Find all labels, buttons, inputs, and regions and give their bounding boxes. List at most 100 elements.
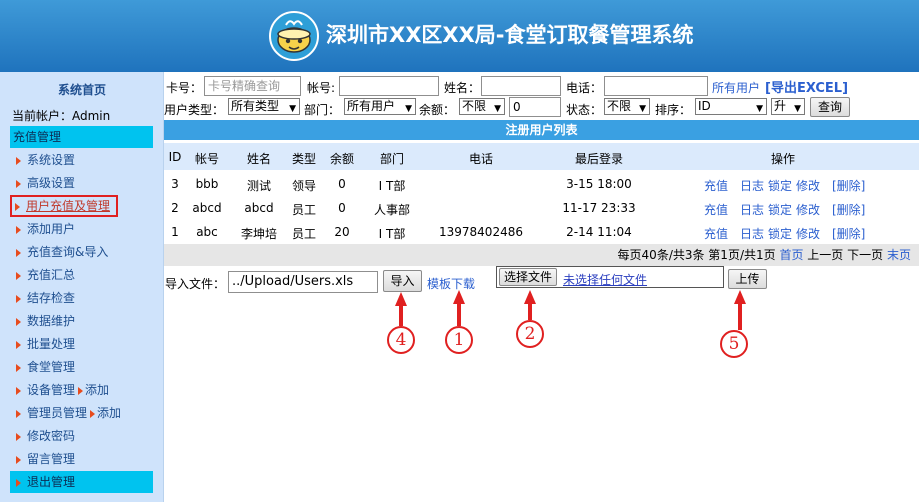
col-actions: 操作 bbox=[770, 152, 795, 166]
lock-link[interactable]: 锁定 bbox=[768, 177, 792, 194]
triangle-right-icon bbox=[16, 455, 21, 464]
order-select[interactable]: 升 ▼ bbox=[771, 98, 805, 115]
balance-op-select[interactable]: 不限 ▼ bbox=[459, 98, 505, 115]
filter-row-2: 用户类型： 所有类型 ▼ 部门： 所有用户 ▼ 余额： 不限 ▼ 0 状态： 不限 ▼ … bbox=[164, 97, 919, 121]
choose-file-button[interactable]: 选择文件 bbox=[499, 268, 557, 286]
account-label: 帐号: bbox=[307, 81, 336, 95]
delete-link[interactable]: [删除] bbox=[832, 177, 865, 194]
no-file-text: 未选择任何文件 bbox=[563, 273, 648, 287]
pager: 每页40条/共3条 第1页/共1页 首页 上一页 下一页 末页 bbox=[164, 244, 919, 266]
annotation-arrow-shaft bbox=[738, 302, 742, 330]
edit-link[interactable]: 修改 bbox=[796, 225, 820, 242]
annotation-arrow-shaft bbox=[528, 302, 532, 320]
sidebar-item-balance-check[interactable]: 结存检查 bbox=[10, 287, 153, 309]
lock-link[interactable]: 锁定 bbox=[768, 225, 792, 242]
triangle-right-icon bbox=[16, 432, 21, 441]
log-link[interactable]: 日志 bbox=[740, 177, 764, 194]
recharge-link[interactable]: 充值 bbox=[704, 225, 728, 242]
log-link[interactable]: 日志 bbox=[740, 201, 764, 218]
delete-link[interactable]: [删除] bbox=[832, 225, 865, 242]
triangle-right-icon bbox=[15, 202, 20, 211]
add-device-link[interactable]: 添加 bbox=[85, 383, 109, 397]
annotation-marker-1: 1 bbox=[445, 326, 473, 354]
sidebar-item-devices[interactable]: 设备管理 添加 bbox=[10, 379, 153, 401]
triangle-right-icon bbox=[90, 409, 96, 418]
delete-link[interactable]: [删除] bbox=[832, 201, 865, 218]
col-phone: 电话 bbox=[468, 152, 493, 166]
balance-input[interactable]: 0 bbox=[509, 97, 561, 117]
col-balance: 余额 bbox=[329, 152, 354, 166]
pager-next[interactable]: 下一页 bbox=[847, 248, 883, 262]
log-link[interactable]: 日志 bbox=[740, 225, 764, 242]
triangle-right-icon bbox=[16, 409, 21, 418]
sidebar-item-recharge-query[interactable]: 充值查询&导入 bbox=[10, 241, 153, 263]
name-label: 姓名： bbox=[444, 81, 481, 95]
edit-link[interactable]: 修改 bbox=[796, 177, 820, 194]
dept-select[interactable]: 所有用户 ▼ bbox=[344, 98, 416, 115]
col-dept: 部门 bbox=[379, 152, 404, 166]
account-input[interactable] bbox=[339, 76, 439, 96]
sidebar-item-admins[interactable]: 管理员管理 添加 bbox=[10, 402, 153, 424]
sidebar-item-system-settings[interactable]: 系统设置 bbox=[10, 149, 153, 171]
triangle-right-icon bbox=[16, 340, 21, 349]
sidebar-item-batch[interactable]: 批量处理 bbox=[10, 333, 153, 355]
edit-link[interactable]: 修改 bbox=[796, 201, 820, 218]
triangle-right-icon bbox=[78, 386, 84, 395]
import-path-input[interactable]: ../Upload/Users.xls bbox=[228, 271, 378, 293]
sidebar-item-canteen[interactable]: 食堂管理 bbox=[10, 356, 153, 378]
triangle-right-icon bbox=[16, 248, 21, 257]
sidebar-section-recharge[interactable]: 充值管理 bbox=[10, 126, 153, 148]
user-list-title: 注册用户列表 bbox=[164, 120, 919, 140]
sidebar-item-add-user[interactable]: 添加用户 bbox=[10, 218, 153, 240]
import-button[interactable]: 导入 bbox=[383, 270, 422, 292]
sidebar-item-change-password[interactable]: 修改密码 bbox=[10, 425, 153, 447]
filter-row-1: 卡号： 卡号精确查询 帐号: 姓名： 电话： 所有用户 [导出EXCEL] bbox=[164, 75, 919, 99]
triangle-right-icon bbox=[16, 386, 21, 395]
sort-label: 排序： bbox=[655, 103, 692, 117]
annotation-arrow-shaft bbox=[457, 302, 461, 326]
sidebar-item-data-maintenance[interactable]: 数据维护 bbox=[10, 310, 153, 332]
sidebar-item-user-recharge[interactable]: 用户充值及管理 bbox=[10, 195, 118, 217]
pager-last[interactable]: 末页 bbox=[887, 248, 911, 262]
card-label: 卡号： bbox=[166, 81, 203, 95]
col-account: 帐号 bbox=[194, 152, 219, 166]
export-excel-link[interactable]: [导出EXCEL] bbox=[765, 77, 848, 96]
annotation-arrow-shaft bbox=[399, 304, 403, 326]
app-header: 深圳市XX区XX局-食堂订取餐管理系统 bbox=[0, 0, 919, 72]
usertype-select[interactable]: 所有类型 ▼ bbox=[228, 98, 300, 115]
all-users-link[interactable]: 所有用户 bbox=[712, 79, 760, 96]
table-row: 2 abcd abcd 员工 0 人事部 11-17 23:33 充值 日志 锁… bbox=[164, 196, 919, 220]
col-id: ID bbox=[168, 150, 182, 164]
annotation-marker-4: 4 bbox=[387, 326, 415, 354]
col-name: 姓名 bbox=[246, 152, 271, 166]
col-type: 类型 bbox=[291, 152, 316, 166]
recharge-link[interactable]: 充值 bbox=[704, 201, 728, 218]
status-select[interactable]: 不限 ▼ bbox=[604, 98, 650, 115]
dropdown-arrow-icon: ▼ bbox=[289, 104, 296, 114]
sidebar-item-recharge-summary[interactable]: 充值汇总 bbox=[10, 264, 153, 286]
sidebar-item-logout[interactable]: 退出管理 bbox=[10, 471, 153, 493]
pager-first[interactable]: 首页 bbox=[779, 248, 803, 262]
annotation-marker-2: 2 bbox=[516, 320, 544, 348]
sidebar-home-link[interactable]: 系统首页 bbox=[0, 81, 164, 98]
phone-input[interactable] bbox=[604, 76, 708, 96]
query-button[interactable]: 查询 bbox=[810, 97, 850, 117]
triangle-right-icon bbox=[16, 317, 21, 326]
dropdown-arrow-icon: ▼ bbox=[639, 104, 646, 114]
name-input[interactable] bbox=[481, 76, 561, 96]
pager-prev[interactable]: 上一页 bbox=[807, 248, 843, 262]
sort-select[interactable]: ID ▼ bbox=[695, 98, 767, 115]
triangle-right-icon bbox=[16, 294, 21, 303]
lock-link[interactable]: 锁定 bbox=[768, 201, 792, 218]
card-input[interactable]: 卡号精确查询 bbox=[204, 76, 301, 96]
upload-button[interactable]: 上传 bbox=[728, 269, 767, 289]
template-download-link[interactable]: 模板下载 bbox=[427, 275, 475, 292]
app-title: 深圳市XX区XX局-食堂订取餐管理系统 bbox=[326, 23, 694, 47]
sidebar: 系统首页 当前帐户：Admin 充值管理 系统设置 高级设置 用户充值及管理 添… bbox=[0, 72, 164, 502]
recharge-link[interactable]: 充值 bbox=[704, 177, 728, 194]
add-admin-link[interactable]: 添加 bbox=[97, 406, 121, 420]
sidebar-item-advanced-settings[interactable]: 高级设置 bbox=[10, 172, 153, 194]
triangle-right-icon bbox=[16, 363, 21, 372]
dropdown-arrow-icon: ▼ bbox=[756, 104, 763, 114]
sidebar-item-messages[interactable]: 留言管理 bbox=[10, 448, 153, 470]
